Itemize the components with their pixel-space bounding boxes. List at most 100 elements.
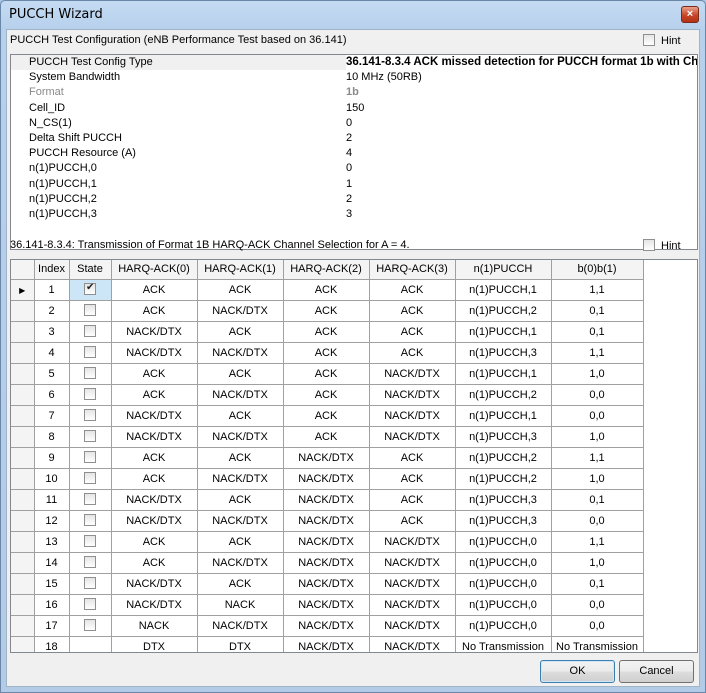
harq-ack-cell[interactable]: NACK/DTX xyxy=(111,594,198,616)
table-row[interactable]: 10 ACK NACK/DTX NACK/DTX ACK n(1)PUCCH,2 1,0 xyxy=(11,468,644,490)
harq-ack-cell[interactable]: ACK xyxy=(111,552,198,574)
column-header[interactable]: HARQ-ACK(3) xyxy=(369,260,456,280)
harq-ack-cell[interactable]: NACK/DTX xyxy=(283,573,370,595)
harq-ack-cell[interactable]: ACK xyxy=(197,447,284,469)
harq-ack-cell[interactable]: ACK xyxy=(197,279,284,301)
harq-ack-cell[interactable]: NACK/DTX xyxy=(369,426,456,448)
property-row[interactable]: n(1)PUCCH,2 2 xyxy=(11,192,697,207)
pucch-resource-cell[interactable]: No Transmission xyxy=(455,636,552,652)
table-row[interactable]: 17 NACK NACK/DTX NACK/DTX NACK/DTX n(1)PUCCH,… xyxy=(11,615,644,637)
property-row[interactable]: N_CS(1) 0 xyxy=(11,116,697,131)
table-row[interactable]: 12 NACK/DTX NACK/DTX NACK/DTX ACK n(1)PUCCH,3… xyxy=(11,510,644,532)
state-checkbox[interactable] xyxy=(84,514,96,526)
harq-ack-cell[interactable]: ACK xyxy=(283,300,370,322)
state-cell[interactable] xyxy=(69,342,112,364)
pucch-resource-cell[interactable]: n(1)PUCCH,3 xyxy=(455,489,552,511)
property-row[interactable]: PUCCH Test Config Type 36.141-8.3.4 ACK m… xyxy=(11,55,697,71)
pucch-resource-cell[interactable]: n(1)PUCCH,0 xyxy=(455,531,552,553)
b0b1-cell[interactable]: 0,0 xyxy=(551,594,644,616)
pucch-resource-cell[interactable]: n(1)PUCCH,1 xyxy=(455,279,552,301)
property-value[interactable]: 2 xyxy=(346,192,352,207)
pucch-resource-cell[interactable]: n(1)PUCCH,1 xyxy=(455,405,552,427)
property-value[interactable]: 0 xyxy=(346,161,352,176)
table-row[interactable]: 8 NACK/DTX NACK/DTX ACK NACK/DTX n(1)PUCCH,3 1… xyxy=(11,426,644,448)
state-cell[interactable] xyxy=(69,426,112,448)
property-value[interactable]: 1 xyxy=(346,177,352,192)
row-header[interactable] xyxy=(11,573,35,595)
state-cell[interactable] xyxy=(69,363,112,385)
table-row[interactable]: 14 ACK NACK/DTX NACK/DTX NACK/DTX n(1)PUCCH,0… xyxy=(11,552,644,574)
harq-ack-cell[interactable]: NACK/DTX xyxy=(197,615,284,637)
state-checkbox[interactable] xyxy=(84,472,96,484)
property-row[interactable]: System Bandwidth 10 MHz (50RB) xyxy=(11,70,697,85)
table-row[interactable]: 18 DTX DTX NACK/DTX NACK/DTX No Transmission N… xyxy=(11,636,644,652)
column-header[interactable]: n(1)PUCCH xyxy=(455,260,552,280)
table-hint-checkbox[interactable]: Hint xyxy=(643,239,681,252)
pucch-resource-cell[interactable]: n(1)PUCCH,1 xyxy=(455,363,552,385)
harq-ack-cell[interactable]: NACK/DTX xyxy=(197,552,284,574)
harq-ack-cell[interactable]: NACK/DTX xyxy=(111,405,198,427)
row-header[interactable] xyxy=(11,426,35,448)
pucch-resource-cell[interactable]: n(1)PUCCH,2 xyxy=(455,468,552,490)
property-row[interactable]: Cell_ID 150 xyxy=(11,101,697,116)
harq-ack-cell[interactable]: NACK/DTX xyxy=(283,510,370,532)
property-row[interactable]: n(1)PUCCH,1 1 xyxy=(11,177,697,192)
b0b1-cell[interactable]: 0,1 xyxy=(551,489,644,511)
harq-ack-cell[interactable]: ACK xyxy=(197,531,284,553)
pucch-resource-cell[interactable]: n(1)PUCCH,0 xyxy=(455,552,552,574)
table-row[interactable]: 5 ACK ACK ACK NACK/DTX n(1)PUCCH,1 1,0 xyxy=(11,363,644,385)
property-value[interactable]: 36.141-8.3.4 ACK missed detection for PU… xyxy=(346,55,697,70)
title-bar[interactable]: PUCCH Wizard × xyxy=(1,1,705,29)
row-header[interactable] xyxy=(11,342,35,364)
harq-ack-cell[interactable]: NACK/DTX xyxy=(283,531,370,553)
harq-ack-cell[interactable]: ACK xyxy=(283,426,370,448)
table-row[interactable]: 6 ACK NACK/DTX ACK NACK/DTX n(1)PUCCH,2 0,0 xyxy=(11,384,644,406)
harq-ack-cell[interactable]: ACK xyxy=(197,489,284,511)
b0b1-cell[interactable]: 1,1 xyxy=(551,279,644,301)
harq-ack-cell[interactable]: ACK xyxy=(111,468,198,490)
harq-ack-cell[interactable]: ACK xyxy=(369,447,456,469)
state-checkbox[interactable] xyxy=(84,577,96,589)
pucch-resource-cell[interactable]: n(1)PUCCH,2 xyxy=(455,384,552,406)
harq-ack-cell[interactable]: NACK xyxy=(111,615,198,637)
harq-ack-cell[interactable]: NACK/DTX xyxy=(369,573,456,595)
pucch-resource-cell[interactable]: n(1)PUCCH,0 xyxy=(455,615,552,637)
property-row[interactable]: n(1)PUCCH,3 3 xyxy=(11,207,697,222)
harq-ack-cell[interactable]: DTX xyxy=(111,636,198,652)
state-cell[interactable] xyxy=(69,615,112,637)
b0b1-cell[interactable]: 0,1 xyxy=(551,300,644,322)
column-header[interactable]: Index xyxy=(34,260,70,280)
config-property-grid[interactable]: PUCCH Test Config Type 36.141-8.3.4 ACK m… xyxy=(10,54,698,250)
harq-ack-cell[interactable]: NACK/DTX xyxy=(197,384,284,406)
config-hint-checkbox[interactable]: Hint xyxy=(643,34,681,47)
state-checkbox[interactable] xyxy=(84,282,96,295)
harq-ack-cell[interactable]: ACK xyxy=(369,300,456,322)
b0b1-cell[interactable]: 0,1 xyxy=(551,321,644,343)
harq-ack-cell[interactable]: ACK xyxy=(283,363,370,385)
state-checkbox[interactable] xyxy=(84,367,96,379)
state-checkbox[interactable] xyxy=(84,598,96,610)
row-header[interactable] xyxy=(11,552,35,574)
harq-ack-cell[interactable]: NACK/DTX xyxy=(111,573,198,595)
close-button[interactable]: × xyxy=(681,6,699,23)
row-header[interactable] xyxy=(11,510,35,532)
state-cell[interactable] xyxy=(69,594,112,616)
b0b1-cell[interactable]: No Transmission xyxy=(551,636,644,652)
pucch-resource-cell[interactable]: n(1)PUCCH,3 xyxy=(455,342,552,364)
column-header[interactable]: HARQ-ACK(0) xyxy=(111,260,198,280)
row-header[interactable] xyxy=(11,468,35,490)
state-cell[interactable] xyxy=(69,279,112,301)
state-cell[interactable] xyxy=(69,405,112,427)
harq-ack-cell[interactable]: ACK xyxy=(111,279,198,301)
harq-ack-cell[interactable]: NACK/DTX xyxy=(111,510,198,532)
ok-button[interactable]: OK xyxy=(540,660,615,683)
harq-ack-cell[interactable]: NACK/DTX xyxy=(197,426,284,448)
state-cell[interactable] xyxy=(69,573,112,595)
state-cell[interactable] xyxy=(69,468,112,490)
harq-ack-cell[interactable]: ACK xyxy=(283,279,370,301)
state-checkbox[interactable] xyxy=(84,430,96,442)
harq-ack-cell[interactable]: ACK xyxy=(369,342,456,364)
cancel-button[interactable]: Cancel xyxy=(619,660,694,683)
harq-ack-cell[interactable]: NACK/DTX xyxy=(197,510,284,532)
pucch-resource-cell[interactable]: n(1)PUCCH,2 xyxy=(455,447,552,469)
